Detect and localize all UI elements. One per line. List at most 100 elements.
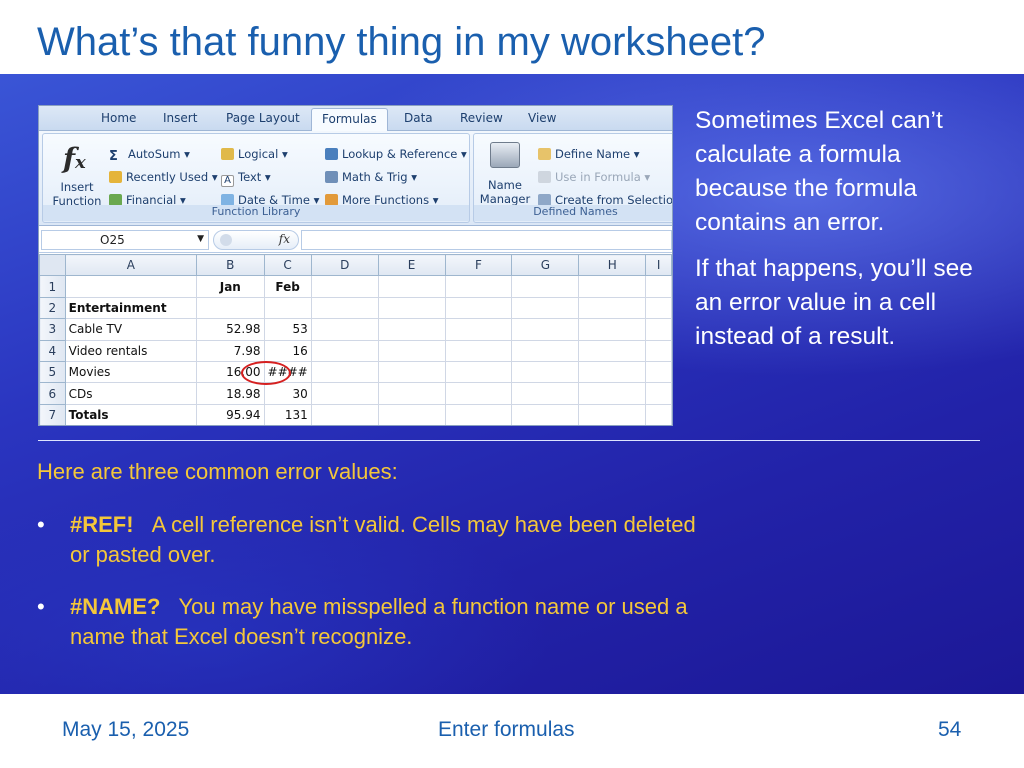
row-header[interactable]: 7	[39, 403, 66, 425]
column-header-b[interactable]: B	[196, 253, 265, 277]
use-in-formula-button[interactable]: Use in Formula ▾	[538, 170, 650, 184]
cell[interactable]	[645, 382, 672, 405]
row-header[interactable]: 6	[39, 382, 66, 405]
tab-formulas[interactable]: Formulas	[311, 108, 388, 132]
insert-function-fx-button[interactable]: fx	[213, 230, 299, 250]
cell[interactable]	[578, 360, 647, 384]
cell[interactable]	[263, 296, 312, 320]
cell[interactable]	[310, 382, 379, 405]
name-box[interactable]: O25 ▼	[41, 230, 209, 250]
tab-data[interactable]: Data	[404, 111, 433, 125]
lookup-reference-button[interactable]: Lookup & Reference ▾	[325, 147, 467, 161]
cell[interactable]	[444, 382, 513, 405]
cell[interactable]	[645, 275, 672, 298]
recently-used-button[interactable]: Recently Used ▾	[109, 170, 218, 184]
cell[interactable]	[511, 403, 580, 425]
cell[interactable]	[578, 339, 647, 362]
cell[interactable]: Video rentals	[64, 339, 198, 362]
name-manager-button[interactable]: Name Manager	[474, 134, 536, 206]
cell[interactable]	[578, 275, 647, 298]
row-header[interactable]: 4	[39, 339, 66, 362]
tab-insert[interactable]: Insert	[163, 111, 197, 125]
cell[interactable]	[578, 382, 647, 405]
cell[interactable]: Jan	[196, 275, 265, 298]
chevron-down-icon[interactable]: ▼	[197, 234, 204, 244]
formula-input[interactable]	[301, 230, 672, 250]
text-button[interactable]: A Text ▾	[221, 170, 271, 187]
cell[interactable]	[377, 296, 446, 320]
cell[interactable]	[310, 360, 379, 384]
cell[interactable]	[511, 275, 580, 298]
column-header-f[interactable]: F	[444, 253, 513, 277]
cell[interactable]: Cable TV	[64, 318, 198, 341]
cell[interactable]	[645, 296, 672, 320]
cell[interactable]	[645, 403, 672, 425]
cell[interactable]	[377, 318, 446, 341]
column-header-g[interactable]: G	[511, 253, 580, 277]
cell[interactable]	[377, 403, 446, 425]
cell[interactable]	[578, 318, 647, 341]
cell[interactable]: Feb	[263, 275, 312, 298]
tab-page-layout[interactable]: Page Layout	[226, 111, 300, 125]
tab-home[interactable]: Home	[101, 111, 136, 125]
cell[interactable]	[377, 339, 446, 362]
cell[interactable]	[645, 339, 672, 362]
cell[interactable]	[444, 403, 513, 425]
cell[interactable]: 53	[263, 318, 312, 341]
cell[interactable]	[511, 382, 580, 405]
select-all-corner[interactable]	[39, 253, 66, 277]
cell[interactable]	[444, 296, 513, 320]
cell[interactable]	[310, 403, 379, 425]
cell[interactable]	[511, 318, 580, 341]
cell[interactable]: 30	[263, 382, 312, 405]
cell[interactable]	[310, 275, 379, 298]
cell[interactable]	[511, 339, 580, 362]
define-name-button[interactable]: Define Name ▾	[538, 147, 640, 161]
column-header-e[interactable]: E	[377, 253, 446, 277]
row-header[interactable]: 2	[39, 296, 66, 320]
cell[interactable]	[511, 360, 580, 384]
row-header[interactable]: 3	[39, 318, 66, 341]
cell[interactable]	[444, 275, 513, 298]
cell[interactable]	[578, 296, 647, 320]
cell[interactable]: 131	[263, 403, 312, 425]
cell[interactable]	[444, 318, 513, 341]
math-trig-button[interactable]: Math & Trig ▾	[325, 170, 417, 184]
column-header-h[interactable]: H	[578, 253, 647, 277]
cell[interactable]	[377, 275, 446, 298]
cell[interactable]: Totals	[64, 403, 198, 425]
tab-view[interactable]: View	[528, 111, 556, 125]
cell[interactable]	[310, 318, 379, 341]
cell[interactable]	[196, 296, 265, 320]
tab-review[interactable]: Review	[460, 111, 503, 125]
column-header-d[interactable]: D	[310, 253, 379, 277]
logical-button[interactable]: Logical ▾	[221, 147, 288, 161]
column-header-i[interactable]: I	[645, 253, 672, 277]
cell[interactable]	[444, 339, 513, 362]
formula-bar-handle-icon[interactable]	[220, 234, 232, 246]
column-header-a[interactable]: A	[64, 253, 198, 277]
cell[interactable]: 18.98	[196, 382, 265, 405]
autosum-button[interactable]: Σ AutoSum ▾	[109, 147, 190, 164]
cell[interactable]: Movies	[64, 360, 198, 384]
column-header-c[interactable]: C	[263, 253, 312, 277]
cell[interactable]	[64, 275, 198, 298]
cell[interactable]	[444, 360, 513, 384]
cell[interactable]: 95.94	[196, 403, 265, 425]
row-header[interactable]: 5	[39, 360, 66, 384]
cell[interactable]: 7.98	[196, 339, 265, 362]
cell[interactable]: Entertainment	[64, 296, 198, 320]
cell[interactable]	[578, 403, 647, 425]
cell[interactable]	[645, 318, 672, 341]
cell[interactable]	[511, 296, 580, 320]
cell[interactable]: 16	[263, 339, 312, 362]
cell[interactable]	[377, 360, 446, 384]
cell[interactable]	[645, 360, 672, 384]
cell[interactable]: 52.98	[196, 318, 265, 341]
row-header[interactable]: 1	[39, 275, 66, 298]
insert-function-button[interactable]: fx Insert Function	[43, 134, 109, 208]
cell[interactable]	[310, 296, 379, 320]
cell[interactable]	[377, 382, 446, 405]
cell[interactable]	[310, 339, 379, 362]
cell[interactable]: CDs	[64, 382, 198, 405]
